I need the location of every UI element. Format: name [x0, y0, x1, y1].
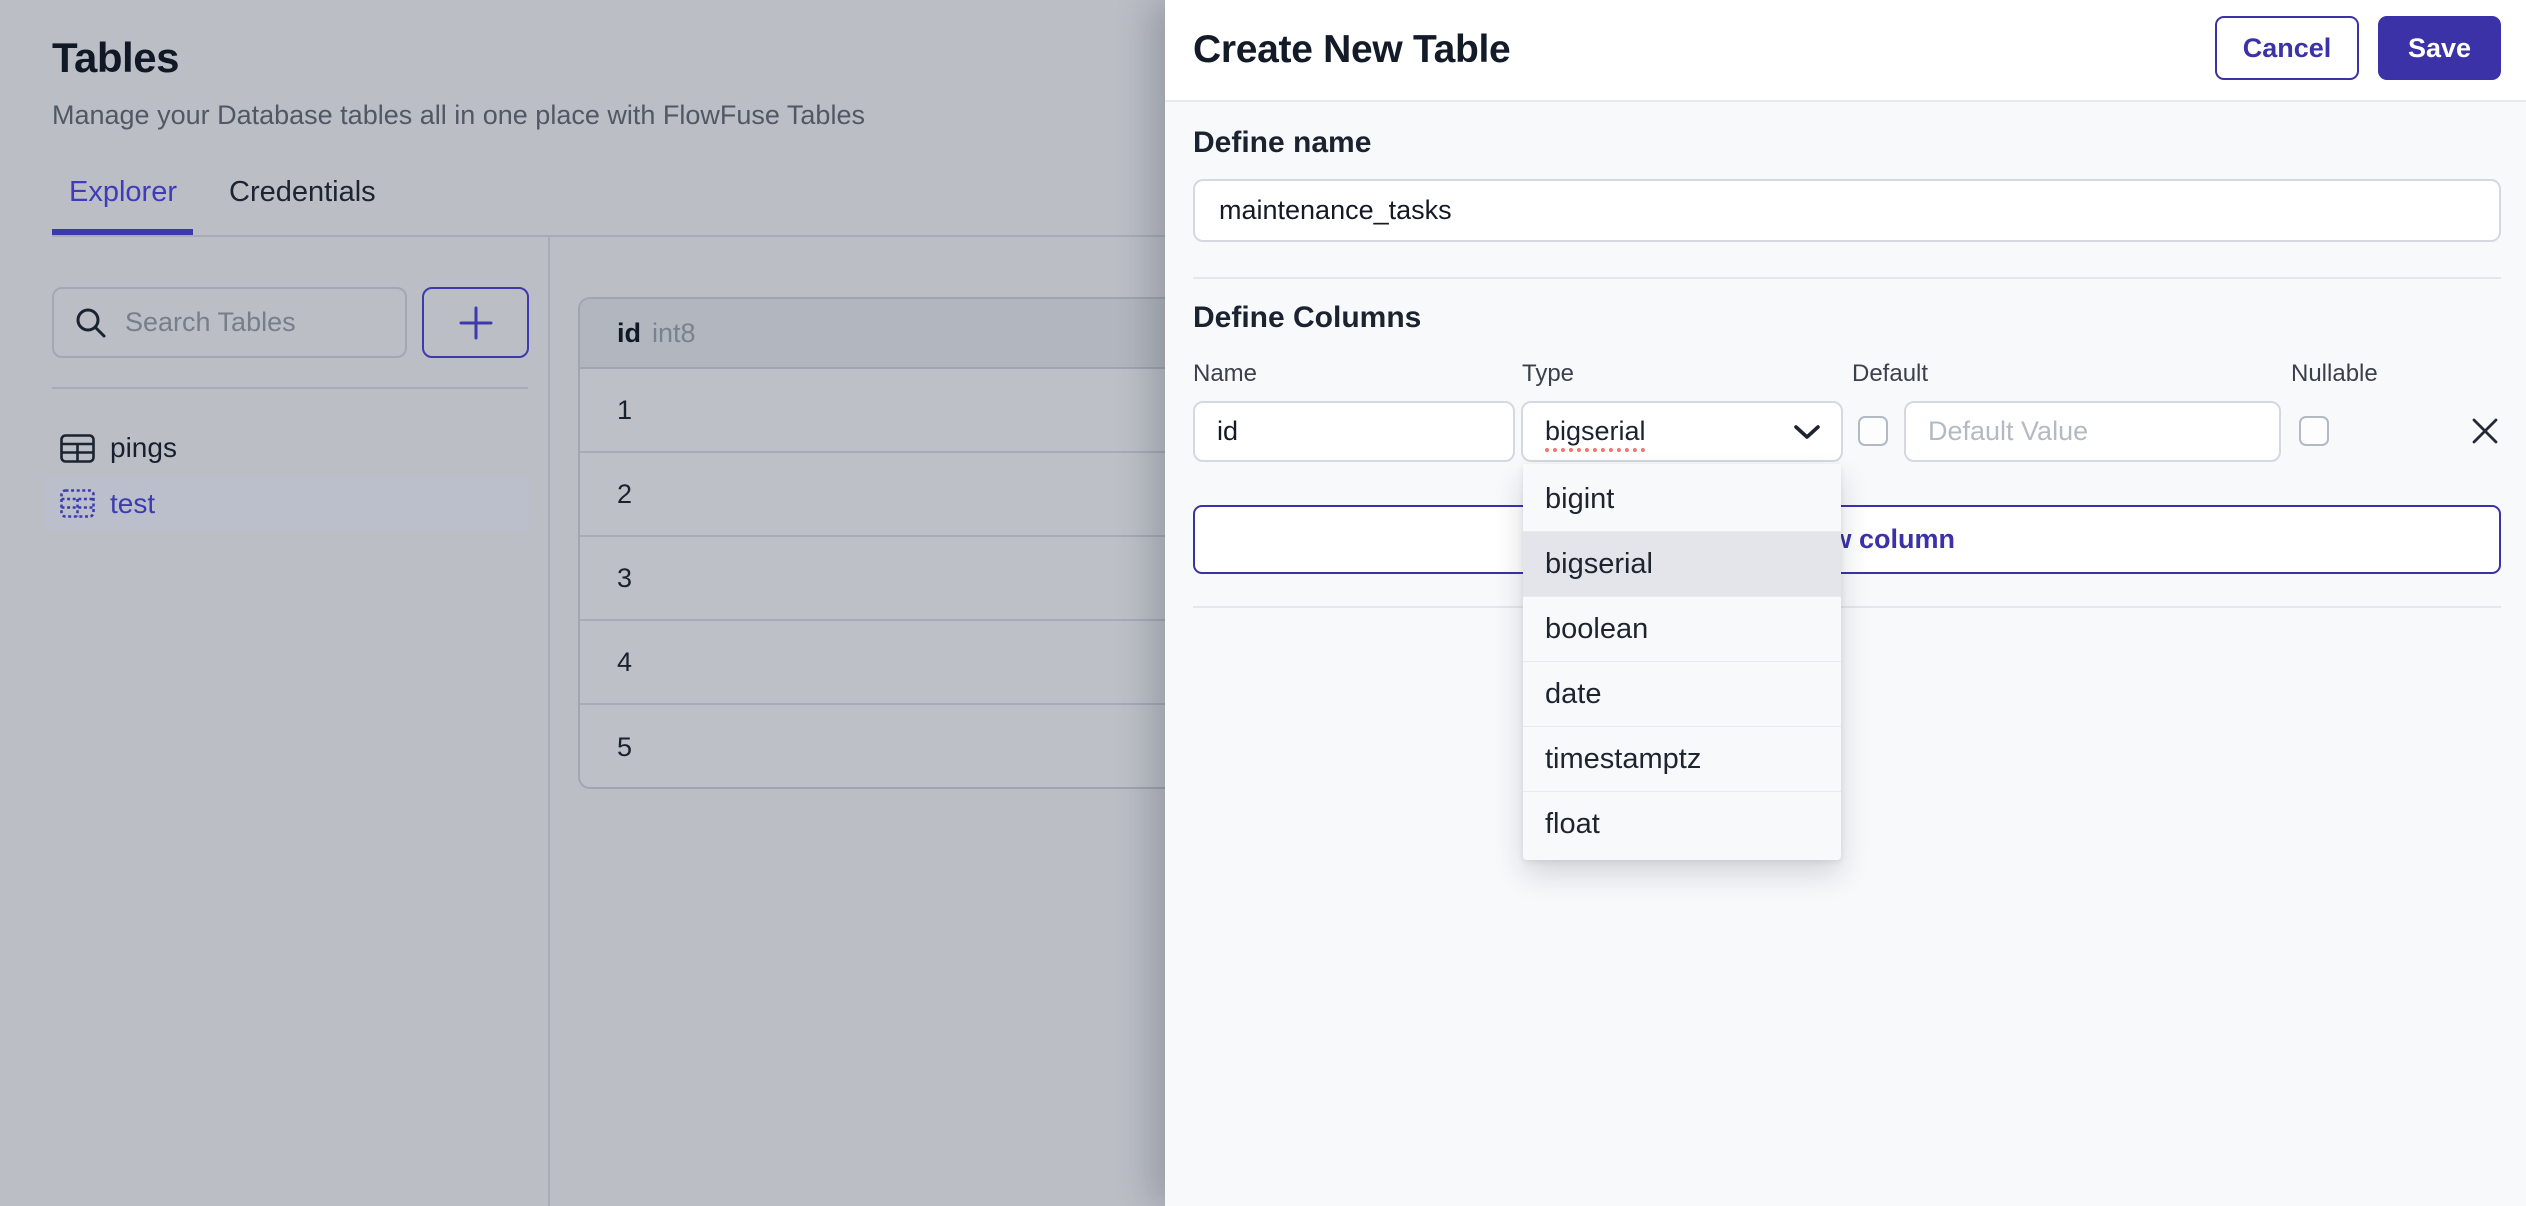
column-type-field-label: Type	[1522, 360, 1575, 387]
default-checkbox[interactable]	[1858, 416, 1888, 446]
define-name-label: Define name	[1193, 126, 1372, 159]
add-column-button[interactable]: Add new column	[1193, 505, 2501, 574]
save-button[interactable]: Save	[2378, 16, 2501, 80]
column-default-field-label: Default	[1852, 360, 1929, 387]
type-dropdown: bigint bigserial boolean date timestampt…	[1523, 464, 1841, 860]
default-value-input[interactable]	[1904, 401, 2281, 462]
dropdown-option-bigserial[interactable]: bigserial	[1523, 532, 1841, 597]
modal-header: Create New Table Cancel Save	[1165, 0, 2526, 102]
column-name-input[interactable]	[1193, 401, 1515, 462]
dropdown-option-float[interactable]: float	[1523, 792, 1841, 857]
modal-title: Create New Table	[1193, 28, 1511, 71]
dropdown-option-timestamptz[interactable]: timestamptz	[1523, 727, 1841, 792]
dropdown-option-date[interactable]: date	[1523, 662, 1841, 727]
x-icon	[2472, 418, 2498, 444]
create-table-modal: Create New Table Cancel Save Define name…	[1165, 0, 2526, 1206]
column-name-field-label: Name	[1193, 360, 1258, 387]
table-name-input[interactable]	[1193, 179, 2501, 242]
nullable-checkbox[interactable]	[2299, 416, 2329, 446]
dropdown-option-bigint[interactable]: bigint	[1523, 467, 1841, 532]
define-columns-label: Define Columns	[1193, 301, 1422, 334]
section-divider	[1193, 277, 2501, 279]
remove-column-button[interactable]	[2467, 413, 2503, 449]
cancel-button[interactable]: Cancel	[2215, 16, 2359, 80]
app-window: Tables Manage your Database tables all i…	[0, 0, 2526, 1206]
dropdown-option-boolean[interactable]: boolean	[1523, 597, 1841, 662]
type-select-value: bigserial	[1545, 416, 1646, 446]
column-type-select[interactable]: bigserial	[1521, 401, 1843, 462]
chevron-down-icon	[1794, 424, 1820, 439]
column-nullable-field-label: Nullable	[2291, 360, 2378, 387]
section-divider	[1193, 606, 2501, 608]
